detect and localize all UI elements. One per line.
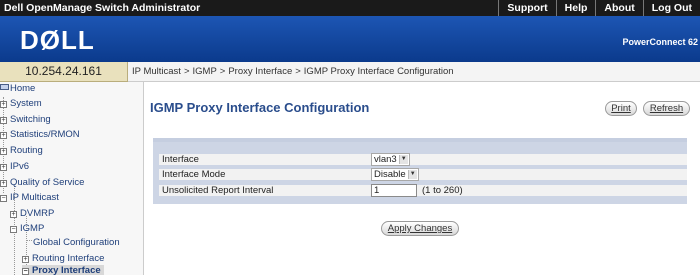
expand-icon[interactable]: + (0, 180, 7, 187)
collapse-icon[interactable]: − (10, 226, 17, 233)
refresh-button[interactable]: Refresh (643, 101, 690, 116)
expand-icon[interactable]: + (0, 117, 7, 124)
chevron-down-icon: ▼ (398, 155, 408, 164)
unsolicited-report-label: Unsolicited Report Interval (162, 185, 274, 196)
top-bar: Dell OpenManage Switch Administrator Sup… (0, 0, 700, 16)
home-icon (0, 84, 9, 90)
switch-ip-address: 10.254.24.161 (0, 62, 128, 82)
collapse-icon[interactable]: − (22, 268, 29, 275)
breadcrumb-current-page: IGMP Proxy Interface Configuration (303, 66, 454, 77)
expand-icon[interactable]: + (10, 211, 17, 218)
expand-icon[interactable]: + (0, 148, 7, 155)
sidebar-item-ipv6[interactable]: + IPv6 (0, 161, 29, 172)
expand-icon[interactable]: + (0, 101, 7, 108)
chevron-down-icon: ▼ (407, 170, 417, 179)
sidebar-item-routing[interactable]: + Routing (0, 145, 43, 156)
sidebar-item-global-configuration[interactable]: Global Configuration (33, 237, 120, 248)
sidebar-item-routing-interface[interactable]: + Routing Interface (22, 253, 104, 264)
interface-row: Interface vlan3 ▼ (159, 153, 687, 166)
dell-logo: DØLL (20, 25, 95, 55)
print-button[interactable]: Print (605, 101, 637, 116)
collapse-icon[interactable]: − (0, 195, 7, 202)
apply-changes-button[interactable]: Apply Changes (381, 221, 459, 236)
interface-select[interactable]: vlan3 ▼ (371, 153, 410, 166)
sidebar-item-proxy-interface[interactable]: − Proxy Interface (22, 265, 104, 275)
interface-mode-select[interactable]: Disable ▼ (371, 168, 419, 181)
sidebar-item-home[interactable]: Home (0, 83, 35, 94)
expand-icon[interactable]: + (0, 164, 7, 171)
tree-line (26, 240, 32, 241)
help-link[interactable]: Help (555, 0, 596, 16)
about-link[interactable]: About (595, 0, 642, 16)
sidebar-item-igmp[interactable]: − IGMP (10, 223, 44, 234)
breadcrumb: IP Multicast > IGMP > Proxy Interface > IGMP P… (128, 62, 700, 82)
expand-icon[interactable]: + (0, 132, 7, 139)
unsolicited-report-input[interactable]: 1 (371, 184, 417, 197)
sidebar-item-ip-multicast[interactable]: − IP Multicast (0, 192, 59, 203)
sidebar-item-quality-of-service[interactable]: + Quality of Service (0, 177, 84, 188)
interface-mode-label: Interface Mode (162, 169, 226, 180)
support-link[interactable]: Support (498, 0, 555, 16)
breadcrumb-ip-multicast[interactable]: IP Multicast (132, 66, 181, 77)
breadcrumb-igmp[interactable]: IGMP (193, 66, 217, 77)
interface-mode-row: Interface Mode Disable ▼ (159, 168, 687, 181)
log-out-link[interactable]: Log Out (642, 0, 700, 16)
unsolicited-range-hint: (1 to 260) (422, 185, 463, 196)
header-banner: DØLL PowerConnect 62 (0, 16, 700, 62)
breadcrumb-proxy-interface[interactable]: Proxy Interface (228, 66, 292, 77)
page-title: IGMP Proxy Interface Configuration (150, 100, 370, 115)
proxy-interface-form: Interface vlan3 ▼ Interface Mode Disable… (153, 138, 687, 204)
sidebar-nav: Home + System + Switching + Statistics/RMON… (0, 82, 144, 275)
app-title: Dell OpenManage Switch Administrator (4, 2, 201, 14)
top-links: Support Help About Log Out (498, 0, 700, 16)
sidebar-item-dvmrp[interactable]: + DVMRP (10, 208, 54, 219)
sidebar-item-system[interactable]: + System (0, 98, 42, 109)
interface-label: Interface (162, 154, 199, 165)
sidebar-item-statistics-rmon[interactable]: + Statistics/RMON (0, 129, 80, 140)
sidebar-item-switching[interactable]: + Switching (0, 114, 51, 125)
product-model: PowerConnect 62 (622, 37, 698, 47)
expand-icon[interactable]: + (22, 256, 29, 263)
unsolicited-report-row: Unsolicited Report Interval 1 (1 to 260) (159, 184, 687, 197)
